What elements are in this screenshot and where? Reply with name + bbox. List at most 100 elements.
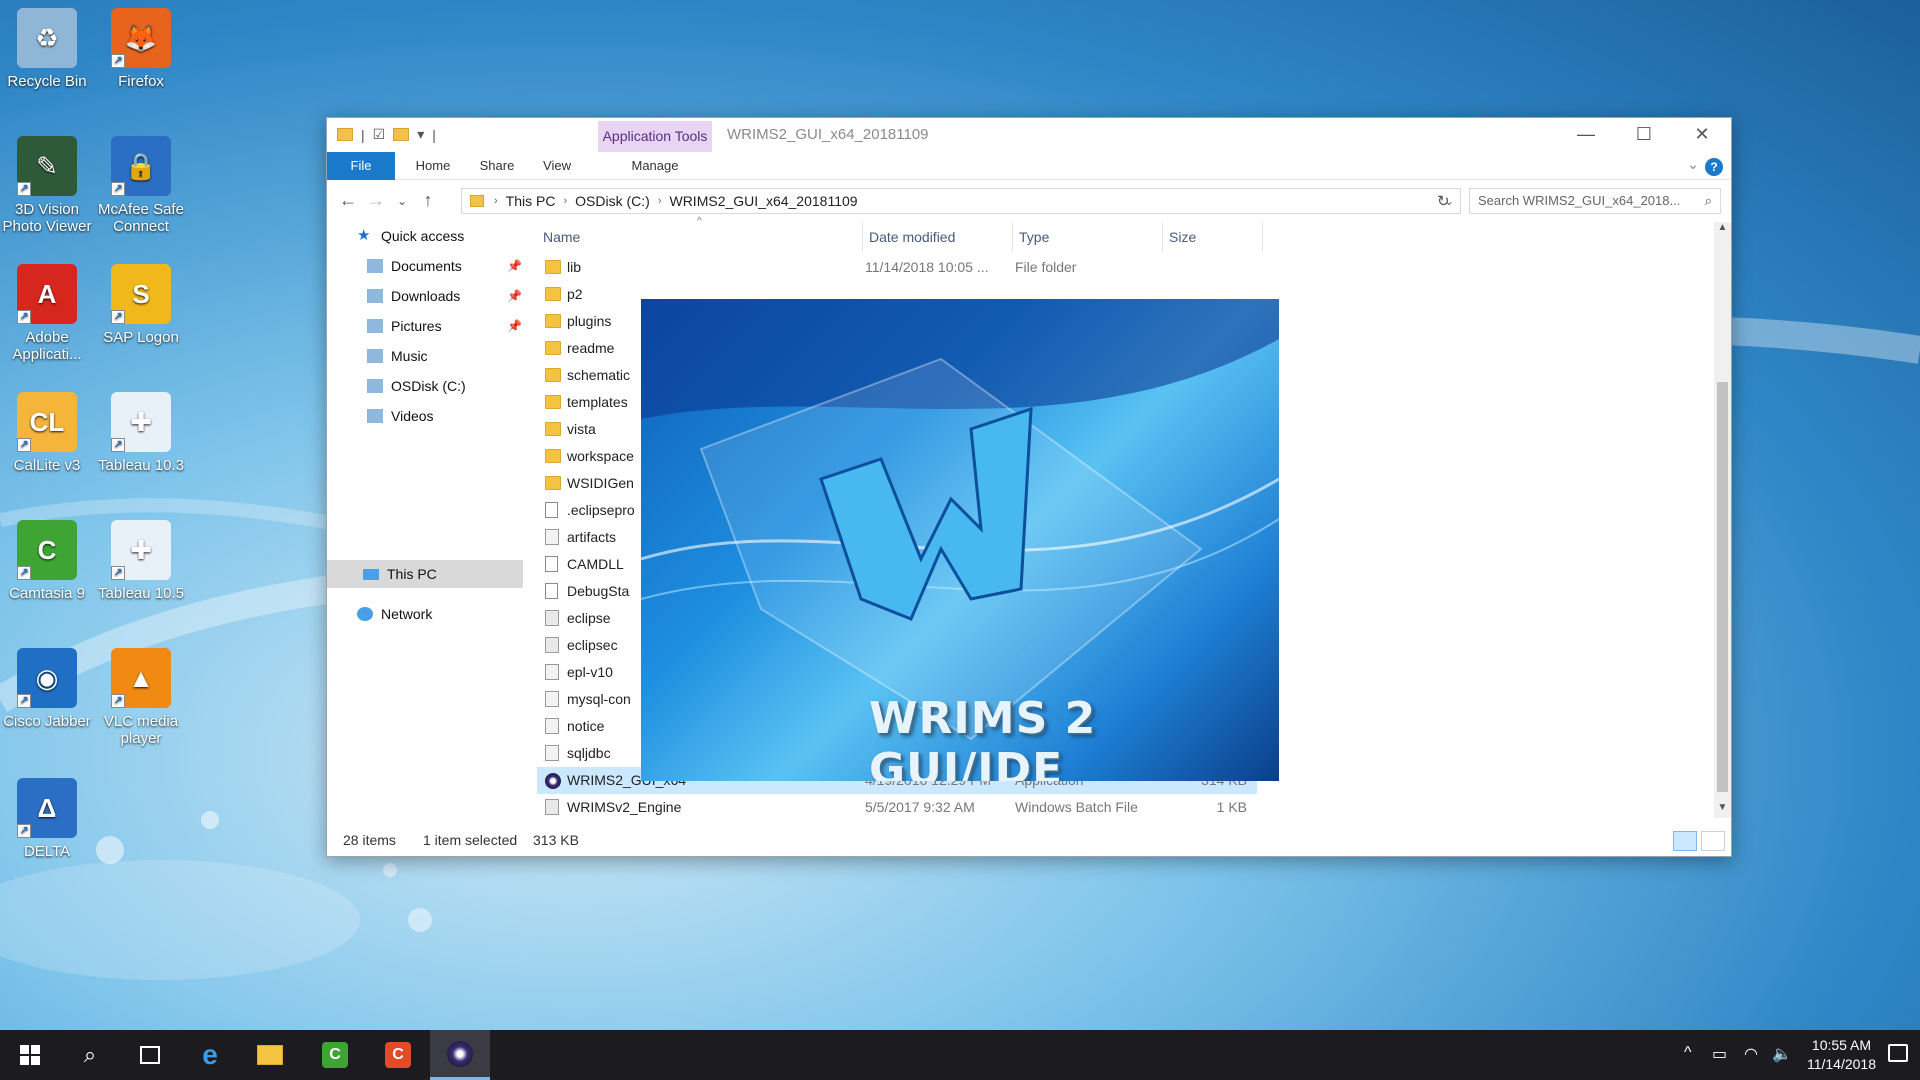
shortcut-arrow-icon: ↗ [17, 694, 31, 708]
close-button[interactable]: ✕ [1673, 118, 1731, 152]
back-button[interactable]: ← [335, 190, 361, 211]
start-button[interactable] [0, 1030, 60, 1080]
search-input[interactable]: Search WRIMS2_GUI_x64_2018... ⌕ [1469, 188, 1721, 214]
desktop-icon[interactable]: ▲ ↗ VLC media player [94, 648, 188, 747]
nav-item[interactable]: Music [367, 342, 428, 370]
tab-view[interactable]: View [527, 152, 587, 180]
desktop-icon[interactable]: C ↗ Camtasia 9 [0, 520, 94, 602]
desktop-icon[interactable]: CL ↗ CalLite v3 [0, 392, 94, 474]
file-explorer-icon[interactable] [240, 1030, 300, 1080]
clock[interactable]: 10:55 AM 11/14/2018 [1807, 1036, 1876, 1074]
tab-share[interactable]: Share [467, 152, 527, 180]
forward-button[interactable]: → [363, 190, 389, 211]
navigation-pane: ★ Quick access Documents 📌 Downloads 📌 Pictu… [327, 222, 527, 822]
column-header-date[interactable]: Date modified [863, 222, 1013, 252]
wifi-icon[interactable]: ◠ [1744, 1044, 1758, 1064]
nav-label: Pictures [391, 318, 442, 334]
app-icon: 🔒 ↗ [111, 136, 171, 196]
nav-network[interactable]: Network [357, 600, 432, 628]
nav-quick-access[interactable]: ★ Quick access [357, 222, 464, 250]
scroll-down-icon[interactable]: ▼ [1714, 802, 1731, 818]
computer-icon [363, 568, 379, 580]
star-icon: ★ [357, 227, 371, 244]
desktop-icon-label: Adobe Applicati... [12, 329, 82, 363]
volume-icon[interactable]: 🔈 [1772, 1044, 1792, 1064]
shortcut-arrow-icon: ↗ [111, 182, 125, 196]
desktop-icon-label: Firefox [118, 73, 164, 90]
scroll-thumb[interactable] [1717, 382, 1728, 792]
search-icon[interactable]: ⌕ [60, 1030, 120, 1080]
up-button[interactable]: ↑ [415, 190, 441, 211]
desktop-icon[interactable]: ◉ ↗ Cisco Jabber [0, 648, 94, 730]
edge-icon[interactable]: e [180, 1030, 240, 1080]
snagit-icon[interactable]: C [368, 1030, 428, 1080]
expand-ribbon-icon[interactable]: ⌄ [1687, 156, 1699, 173]
app-icon: ✎ ↗ [17, 136, 77, 196]
recent-locations-button[interactable]: ⌄ [389, 194, 415, 208]
desktop-icon[interactable]: S ↗ SAP Logon [94, 264, 188, 346]
app-icon: ♻ [17, 8, 77, 68]
camtasia-icon[interactable]: C [305, 1030, 365, 1080]
shortcut-arrow-icon: ↗ [17, 566, 31, 580]
tab-manage[interactable]: Manage [607, 152, 703, 180]
title-bar[interactable]: | ☑ ▾ | Application Tools WRIMS2_GUI_x64… [327, 118, 1731, 152]
battery-icon[interactable]: ▭ [1712, 1044, 1727, 1064]
desktop-icon-label: Cisco Jabber [3, 713, 91, 730]
context-tab-application-tools[interactable]: Application Tools [598, 121, 712, 152]
desktop-icon-label: Recycle Bin [7, 73, 87, 90]
help-icon[interactable]: ? [1705, 158, 1723, 176]
desktop-icon[interactable]: 🔒 ↗ McAfee Safe Connect [94, 136, 188, 235]
nav-label: Quick access [381, 228, 465, 244]
new-folder-icon[interactable] [393, 128, 410, 141]
address-bar[interactable]: › This PC › OSDisk (C:) › WRIMS2_GUI_x64… [461, 188, 1461, 214]
status-selected-size: 313 KB [533, 832, 579, 848]
breadcrumb-current-folder[interactable]: WRIMS2_GUI_x64_20181109 [669, 193, 857, 209]
tab-home[interactable]: Home [403, 152, 463, 180]
search-icon: ⌕ [1704, 193, 1712, 208]
app-icon: S ↗ [111, 264, 171, 324]
nav-item[interactable]: Pictures 📌 [367, 312, 522, 340]
nav-item[interactable]: Videos [367, 402, 434, 430]
tab-file[interactable]: File [327, 152, 395, 180]
desktop-icon[interactable]: ✚ ↗ Tableau 10.3 [94, 392, 188, 474]
file-row[interactable]: lib 11/14/2018 10:05 ... File folder [537, 254, 1257, 281]
folder-icon [367, 379, 383, 393]
action-center-icon[interactable] [1888, 1044, 1908, 1062]
status-selected: 1 item selected [423, 832, 518, 848]
desktop-icon-label: McAfee Safe Connect [98, 201, 184, 235]
folder-icon [337, 128, 353, 141]
desktop-icon[interactable]: Δ ↗ DELTA [0, 778, 94, 860]
vertical-scrollbar[interactable]: ▲ ▼ [1714, 222, 1731, 818]
scroll-up-icon[interactable]: ▲ [1714, 222, 1731, 238]
large-icons-view-button[interactable] [1701, 831, 1725, 851]
details-view-button[interactable] [1673, 831, 1697, 851]
file-row[interactable]: WRIMSv2_Engine 5/5/2017 9:32 AM Windows Ba… [537, 794, 1257, 821]
app-icon: A ↗ [17, 264, 77, 324]
desktop-icon[interactable]: 🦊 ↗ Firefox [94, 8, 188, 90]
column-header-type[interactable]: Type [1013, 222, 1163, 252]
refresh-icon[interactable]: ↻ [1437, 192, 1450, 210]
minimize-button[interactable]: — [1557, 118, 1615, 152]
task-view-icon[interactable] [120, 1030, 180, 1080]
desktop-icon[interactable]: ✎ ↗ 3D Vision Photo Viewer [0, 136, 94, 235]
nav-this-pc[interactable]: This PC [363, 560, 437, 588]
maximize-button[interactable]: ☐ [1615, 118, 1673, 152]
desktop-icon[interactable]: ♻ Recycle Bin [0, 8, 94, 90]
shortcut-arrow-icon: ↗ [17, 438, 31, 452]
breadcrumb-this-pc[interactable]: This PC [506, 193, 556, 209]
properties-icon[interactable]: ☑ [373, 126, 386, 143]
ribbon-tabs: File Home Share View Manage ⌄ ? [327, 152, 1731, 180]
show-hidden-icons-icon[interactable]: ^ [1684, 1044, 1692, 1062]
eclipse-wrims-icon[interactable] [430, 1030, 490, 1080]
breadcrumb-osdisk[interactable]: OSDisk (C:) [575, 193, 650, 209]
folder-icon [367, 409, 383, 423]
desktop-icon[interactable]: A ↗ Adobe Applicati... [0, 264, 94, 363]
customize-qat-icon[interactable]: ▾ [417, 126, 424, 143]
desktop-icon[interactable]: ✚ ↗ Tableau 10.5 [94, 520, 188, 602]
nav-item[interactable]: Documents 📌 [367, 252, 522, 280]
status-item-count: 28 items [343, 832, 396, 848]
nav-item[interactable]: OSDisk (C:) [367, 372, 466, 400]
nav-item[interactable]: Downloads 📌 [367, 282, 522, 310]
column-header-size[interactable]: Size [1163, 222, 1263, 252]
shortcut-arrow-icon: ↗ [111, 438, 125, 452]
